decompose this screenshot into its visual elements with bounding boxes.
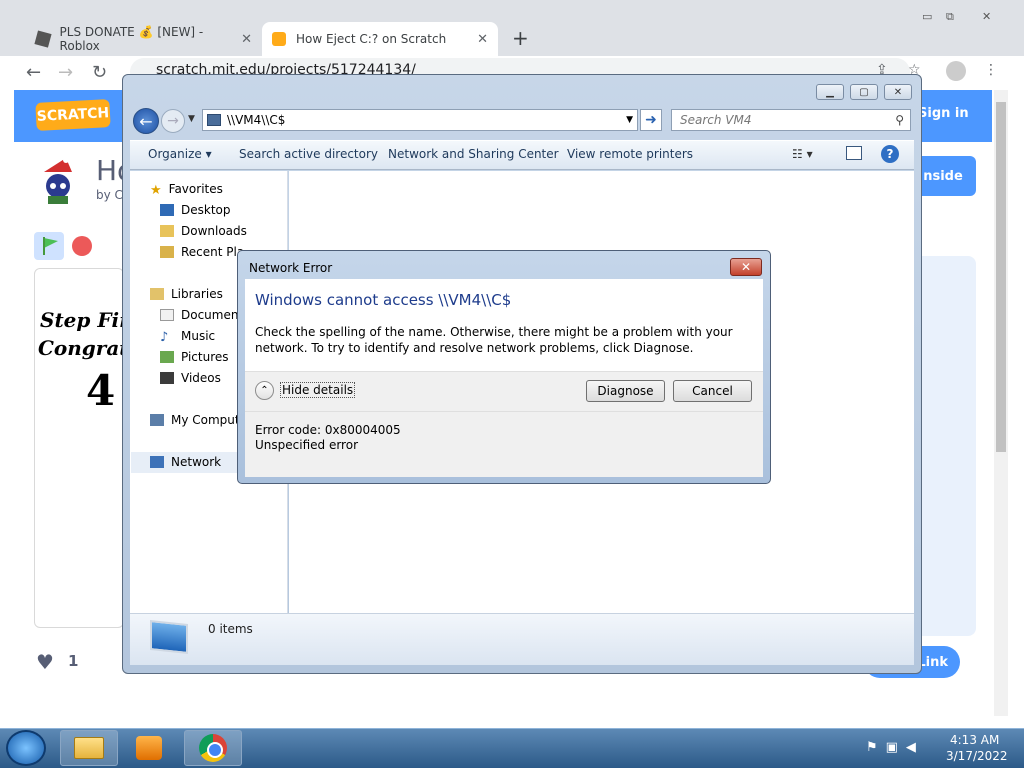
preview-pane-icon[interactable]	[846, 146, 862, 160]
explorer-search-input[interactable]: Search VM4 ⚲	[671, 109, 911, 131]
star-icon: ★	[150, 183, 162, 198]
stop-sign-icon[interactable]	[72, 236, 92, 256]
dialog-title: Network Error	[249, 261, 333, 275]
hide-details-toggle[interactable]: Hide details	[280, 382, 356, 398]
status-bar	[130, 613, 914, 665]
search-active-directory-button[interactable]: Search active directory	[239, 147, 378, 161]
forward-arrow-icon[interactable]: →	[58, 62, 73, 83]
documents-icon	[160, 309, 174, 321]
new-tab-icon[interactable]: +	[512, 26, 529, 50]
minimize-icon[interactable]: ▁	[816, 84, 844, 100]
minimize-icon[interactable]: ▭	[922, 10, 932, 23]
back-arrow-icon[interactable]: ←	[26, 62, 41, 83]
network-icon	[150, 456, 164, 468]
restore-icon[interactable]: ⧉	[946, 10, 954, 24]
address-text[interactable]: \\VM4\\C$	[227, 113, 285, 127]
search-icon[interactable]: ⚲	[895, 113, 904, 127]
start-button[interactable]	[6, 730, 46, 766]
author-avatar[interactable]	[36, 156, 80, 204]
network-computer-icon	[207, 114, 221, 126]
search-placeholder: Search VM4	[680, 113, 752, 127]
nav-item-pictures[interactable]: Pictures	[160, 350, 229, 364]
back-arrow-icon[interactable]: ←	[133, 108, 159, 134]
tab-close-icon[interactable]: ✕	[241, 32, 252, 47]
close-icon[interactable]: ✕	[730, 258, 762, 276]
chevron-down-icon[interactable]: ▼	[626, 115, 633, 125]
downloads-folder-icon	[160, 225, 174, 237]
browser-tab-scratch[interactable]: How Eject C:? on Scratch ✕	[262, 22, 498, 56]
libraries-icon	[150, 288, 164, 300]
nav-item-downloads[interactable]: Downloads	[160, 224, 247, 238]
green-flag-icon[interactable]	[34, 232, 64, 260]
browser-tab-roblox[interactable]: PLS DONATE 💰 [NEW] - Roblox ✕	[26, 22, 262, 56]
menu-kebab-icon[interactable]: ⋮	[984, 62, 998, 78]
item-count: 0 items	[208, 622, 253, 636]
clock-date[interactable]: 3/17/2022	[946, 749, 1008, 763]
scratch-logo[interactable]: SCRATCH	[35, 99, 111, 131]
tab-close-icon[interactable]: ✕	[477, 32, 488, 47]
scratch-favicon-icon	[272, 32, 286, 46]
sign-in-link[interactable]: Sign in	[918, 106, 969, 121]
music-note-icon: ♪	[160, 330, 169, 345]
stage-text-number: 4	[86, 366, 116, 415]
nav-item-computer[interactable]: My Compute	[150, 413, 247, 427]
love-count: 1	[68, 652, 79, 670]
stage-text-line: Step Fin	[40, 308, 134, 332]
network-computer-icon	[150, 620, 188, 654]
error-code: Error code: 0x80004005	[255, 423, 401, 437]
roblox-favicon-icon	[34, 30, 52, 48]
nav-item-favorites[interactable]: ★ Favorites	[150, 182, 223, 198]
forward-arrow-icon[interactable]: →	[161, 109, 185, 133]
videos-icon	[160, 372, 174, 384]
reload-icon[interactable]: ↻	[92, 62, 107, 83]
nav-item-videos[interactable]: Videos	[160, 371, 221, 385]
history-dropdown-icon[interactable]: ▼	[188, 114, 195, 124]
dialog-main-instruction: Windows cannot access \\VM4\\C$	[255, 291, 512, 309]
close-icon[interactable]: ✕	[982, 10, 991, 23]
view-remote-printers-button[interactable]: View remote printers	[567, 147, 693, 161]
scrollbar-thumb[interactable]	[996, 102, 1006, 452]
computer-icon	[150, 414, 164, 426]
love-heart-icon[interactable]: ♥	[36, 650, 54, 674]
taskbar-explorer-button[interactable]	[60, 730, 118, 766]
nav-item-recent-places[interactable]: Recent Pla	[160, 245, 244, 259]
explorer-address-bar[interactable]: \\VM4\\C$ ▼	[202, 109, 638, 131]
change-view-icon[interactable]: ☷ ▾	[792, 147, 813, 161]
network-sharing-center-button[interactable]: Network and Sharing Center	[388, 147, 559, 161]
project-author[interactable]: by C	[96, 188, 123, 202]
tab-title: PLS DONATE 💰 [NEW] - Roblox	[59, 25, 204, 53]
system-tray-icons[interactable]: ⚑▣◀	[866, 740, 924, 755]
pictures-icon	[160, 351, 174, 363]
maximize-icon[interactable]: ▢	[850, 84, 878, 100]
nav-item-libraries[interactable]: Libraries	[150, 287, 223, 301]
go-arrow-icon[interactable]: ➜	[640, 109, 662, 131]
close-icon[interactable]: ✕	[884, 84, 912, 100]
help-icon[interactable]: ?	[881, 145, 899, 163]
tab-title: How Eject C:? on Scratch	[296, 32, 447, 46]
taskbar-chrome-button[interactable]	[184, 730, 242, 766]
profile-avatar-icon[interactable]	[946, 61, 966, 81]
nav-item-desktop[interactable]: Desktop	[160, 203, 231, 217]
chevron-up-icon[interactable]: ⌃	[255, 381, 274, 400]
nav-item-music[interactable]: ♪ Music	[160, 329, 215, 345]
diagnose-button[interactable]: Diagnose	[586, 380, 665, 402]
chrome-icon	[199, 734, 227, 762]
dialog-message: Check the spelling of the name. Otherwis…	[255, 325, 733, 355]
error-description: Unspecified error	[255, 438, 358, 452]
cancel-button[interactable]: Cancel	[673, 380, 752, 402]
clock-time[interactable]: 4:13 AM	[950, 733, 999, 747]
desktop-icon	[160, 204, 174, 216]
taskbar-media-player-button[interactable]	[120, 730, 178, 766]
organize-menu[interactable]: Organize ▾	[148, 147, 212, 161]
recent-places-icon	[160, 246, 174, 258]
nav-item-documents[interactable]: Document	[160, 308, 243, 322]
nav-item-network[interactable]: Network	[150, 455, 221, 469]
folder-icon	[74, 737, 104, 759]
media-player-icon	[136, 736, 162, 760]
